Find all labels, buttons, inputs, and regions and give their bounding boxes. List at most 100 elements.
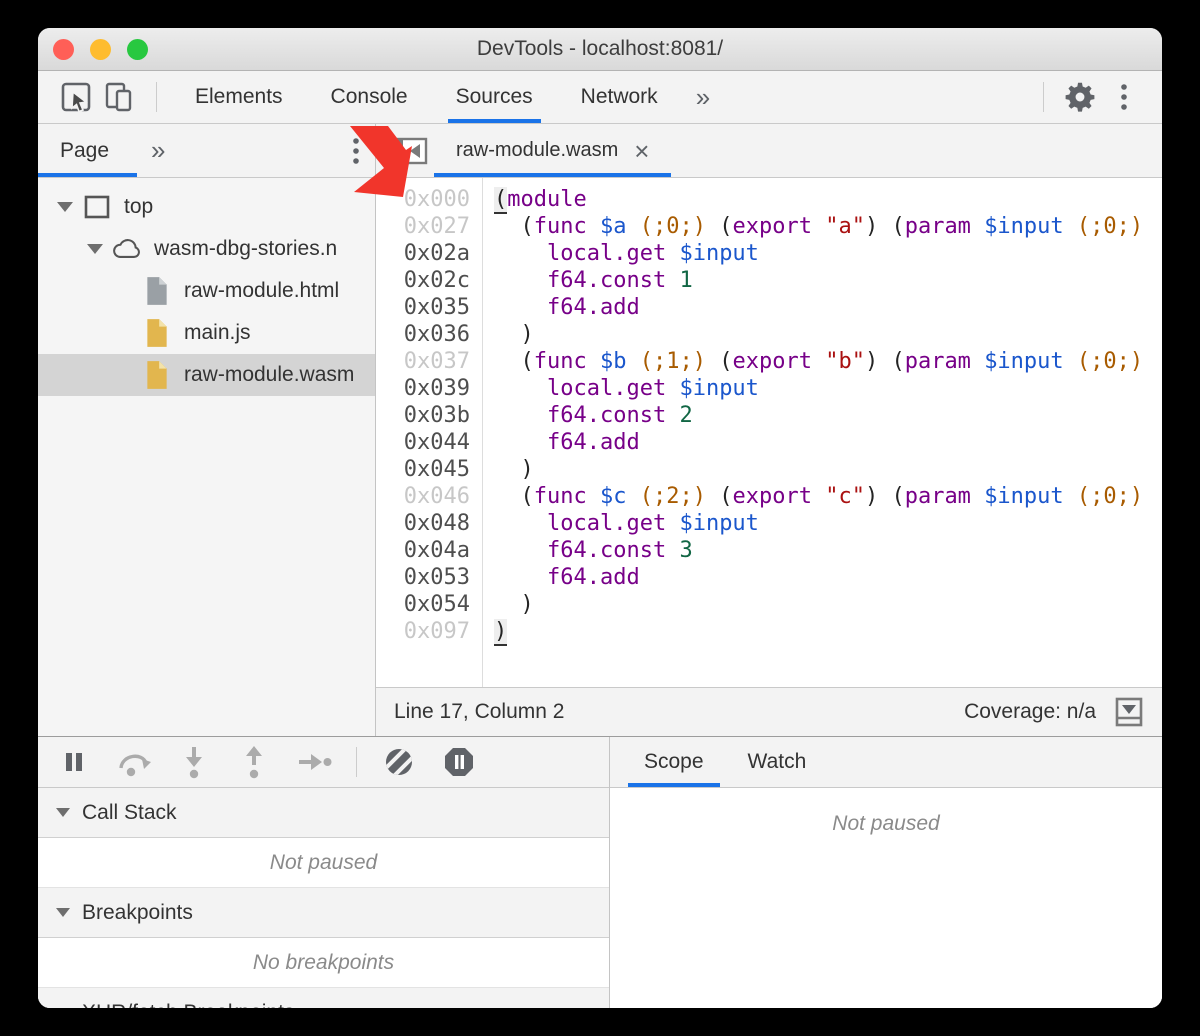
section-header-breakpoints[interactable]: Breakpoints: [38, 888, 609, 938]
line-address[interactable]: 0x02a: [376, 240, 470, 267]
file-tree: top wasm-dbg-stories.n raw-module.html main…: [38, 178, 375, 736]
code-line[interactable]: 0x048 local.get $input: [376, 510, 1162, 537]
step-out-icon[interactable]: [236, 745, 272, 779]
code-line[interactable]: 0x000 (module: [376, 186, 1162, 213]
device-toolbar-icon[interactable]: [104, 81, 136, 113]
tree-item-label: wasm-dbg-stories.n: [154, 237, 337, 261]
code-line[interactable]: 0x03b f64.const 2: [376, 402, 1162, 429]
collapse-triangle-icon[interactable]: [56, 808, 70, 817]
deactivate-breakpoints-icon[interactable]: [381, 745, 417, 779]
code-line[interactable]: 0x097): [376, 618, 1162, 645]
gutter-divider: [482, 178, 483, 687]
line-content: (module: [494, 186, 587, 213]
more-navigator-tabs-chevron[interactable]: »: [137, 135, 179, 166]
tree-item-main-js[interactable]: main.js: [38, 312, 375, 354]
line-address[interactable]: 0x03b: [376, 402, 470, 429]
code-line[interactable]: 0x044 f64.add: [376, 429, 1162, 456]
line-content: f64.const 3: [494, 537, 693, 564]
line-address[interactable]: 0x097: [376, 618, 470, 645]
line-address[interactable]: 0x035: [376, 294, 470, 321]
line-address[interactable]: 0x027: [376, 213, 470, 240]
titlebar: DevTools - localhost:8081/: [38, 28, 1162, 71]
code-line[interactable]: 0x027 (func $a (;0;) (export "a") (param…: [376, 213, 1162, 240]
code-line[interactable]: 0x037 (func $b (;1;) (export "b") (param…: [376, 348, 1162, 375]
line-address[interactable]: 0x037: [376, 348, 470, 375]
section-title: XHR/fetch Breakpoints: [82, 1001, 294, 1009]
step-over-icon[interactable]: [116, 745, 152, 779]
more-panels-chevron[interactable]: »: [682, 82, 724, 113]
tree-item-wasm-dbg-stories-n[interactable]: wasm-dbg-stories.n: [38, 228, 375, 270]
tree-item-top[interactable]: top: [38, 186, 375, 228]
tab-page[interactable]: Page: [38, 124, 137, 177]
section-header-call-stack[interactable]: Call Stack: [38, 788, 609, 838]
section-header-xhr-fetch-breakpoints[interactable]: XHR/fetch Breakpoints: [38, 988, 609, 1008]
cursor-position: Line 17, Column 2: [394, 700, 564, 724]
section-message: No breakpoints: [38, 938, 609, 988]
more-menu-icon[interactable]: [1108, 81, 1140, 113]
expand-triangle-icon[interactable]: [52, 202, 78, 212]
coverage-status: Coverage: n/a: [964, 700, 1096, 724]
line-address[interactable]: 0x045: [376, 456, 470, 483]
code-line[interactable]: 0x053 f64.add: [376, 564, 1162, 591]
code-line[interactable]: 0x046 (func $c (;2;) (export "c") (param…: [376, 483, 1162, 510]
code-line[interactable]: 0x036 ): [376, 321, 1162, 348]
navigator-more-menu-icon[interactable]: [351, 136, 361, 166]
pause-icon[interactable]: [56, 745, 92, 779]
step-icon[interactable]: [296, 745, 332, 779]
traffic-lights: [53, 28, 148, 70]
line-address[interactable]: 0x054: [376, 591, 470, 618]
tree-item-raw-module-html[interactable]: raw-module.html: [38, 270, 375, 312]
source-code-editor[interactable]: 0x000 (module0x027 (func $a (;0;) (export…: [376, 178, 1162, 687]
show-drawer-icon[interactable]: [1114, 696, 1144, 728]
file-tab-raw-module-wasm[interactable]: raw-module.wasm ×: [434, 124, 671, 177]
tab-scope[interactable]: Scope: [622, 737, 726, 787]
code-line[interactable]: 0x045 ): [376, 456, 1162, 483]
inspect-icon[interactable]: [60, 81, 92, 113]
expand-triangle-icon[interactable]: [82, 244, 108, 254]
tab-sources[interactable]: Sources: [432, 71, 557, 123]
line-address[interactable]: 0x044: [376, 429, 470, 456]
file-yellow-icon: [142, 318, 172, 348]
editor-pane: raw-module.wasm × 0x000 (module0x027 (fun…: [376, 124, 1162, 736]
tree-item-label: raw-module.html: [184, 279, 339, 303]
line-address[interactable]: 0x000: [376, 186, 470, 213]
settings-gear-icon[interactable]: [1064, 81, 1096, 113]
close-button[interactable]: [53, 39, 74, 60]
code-line[interactable]: 0x039 local.get $input: [376, 375, 1162, 402]
line-content: f64.add: [494, 429, 640, 456]
hide-navigator-icon[interactable]: [392, 135, 428, 167]
code-line[interactable]: 0x054 ): [376, 591, 1162, 618]
scope-message: Not paused: [610, 788, 1162, 836]
line-address[interactable]: 0x039: [376, 375, 470, 402]
line-content: local.get $input: [494, 375, 759, 402]
debugger-sections: Call StackNot pausedBreakpointsNo breakp…: [38, 788, 609, 1008]
debugger-sidebar: Call StackNot pausedBreakpointsNo breakp…: [38, 737, 610, 1008]
toolbar-divider: [1043, 82, 1044, 112]
zoom-button[interactable]: [127, 39, 148, 60]
code-line[interactable]: 0x035 f64.add: [376, 294, 1162, 321]
line-content: f64.add: [494, 564, 640, 591]
code-line[interactable]: 0x02c f64.const 1: [376, 267, 1162, 294]
tree-item-label: main.js: [184, 321, 251, 345]
code-line[interactable]: 0x02a local.get $input: [376, 240, 1162, 267]
line-content: ): [494, 591, 534, 618]
line-address[interactable]: 0x036: [376, 321, 470, 348]
pause-on-exceptions-icon[interactable]: [441, 745, 477, 779]
line-address[interactable]: 0x02c: [376, 267, 470, 294]
step-into-icon[interactable]: [176, 745, 212, 779]
section-title: Breakpoints: [82, 901, 193, 925]
line-address[interactable]: 0x04a: [376, 537, 470, 564]
tab-network[interactable]: Network: [557, 71, 682, 123]
line-address[interactable]: 0x053: [376, 564, 470, 591]
tree-item-label: raw-module.wasm: [184, 363, 354, 387]
tab-console[interactable]: Console: [307, 71, 432, 123]
tab-watch[interactable]: Watch: [726, 737, 829, 787]
line-address[interactable]: 0x048: [376, 510, 470, 537]
collapse-triangle-icon[interactable]: [56, 908, 70, 917]
line-address[interactable]: 0x046: [376, 483, 470, 510]
minimize-button[interactable]: [90, 39, 111, 60]
tab-elements[interactable]: Elements: [171, 71, 307, 123]
tree-item-raw-module-wasm[interactable]: raw-module.wasm: [38, 354, 375, 396]
close-icon[interactable]: ×: [634, 138, 649, 164]
code-line[interactable]: 0x04a f64.const 3: [376, 537, 1162, 564]
